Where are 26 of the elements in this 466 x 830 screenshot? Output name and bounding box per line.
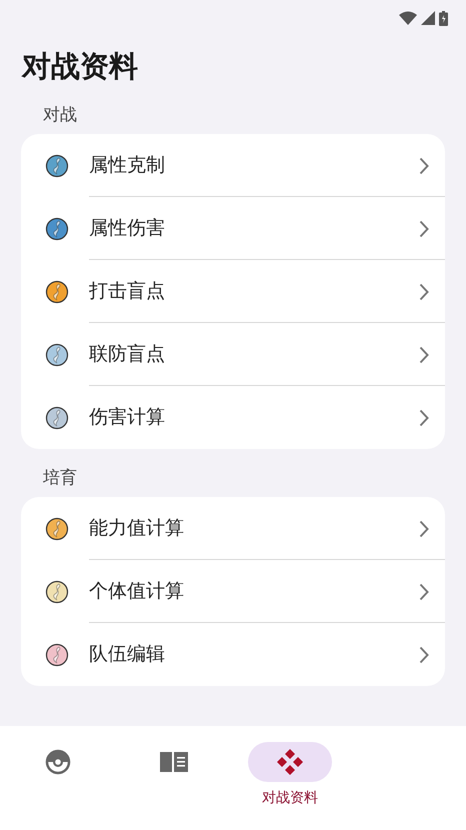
menu-item[interactable]: 个体值计算 — [21, 560, 445, 623]
chevron-icon — [419, 646, 429, 664]
chevron-icon — [419, 220, 429, 238]
menu-item[interactable]: 属性伤害 — [21, 197, 445, 260]
menu-item[interactable]: 属性克制 — [21, 134, 445, 197]
chevron-icon — [419, 282, 429, 300]
section-label: 培育 — [42, 467, 78, 490]
book-icon — [159, 750, 189, 774]
dpad-icon — [276, 748, 304, 776]
nav-tab[interactable]: 对战资料 — [232, 742, 348, 809]
chevron-icon — [419, 156, 429, 174]
battery-icon — [439, 10, 448, 26]
section-label: 对战 — [42, 104, 78, 127]
menu-item[interactable]: 伤害计算 — [21, 386, 445, 449]
chevron-icon — [419, 520, 429, 538]
wifi-icon — [399, 11, 417, 25]
chevron-icon — [419, 408, 429, 426]
menu-item[interactable]: 联防盲点 — [21, 323, 445, 386]
page-title: 对战资料 — [20, 48, 139, 85]
signal-icon — [421, 11, 435, 25]
menu-item[interactable]: 打击盲点 — [21, 260, 445, 323]
chevron-icon — [419, 346, 429, 364]
menu-item[interactable]: 队伍编辑 — [21, 623, 445, 686]
menu-item[interactable]: 能力值计算 — [21, 497, 445, 560]
chevron-icon — [419, 582, 429, 600]
ball-icon — [45, 749, 71, 775]
